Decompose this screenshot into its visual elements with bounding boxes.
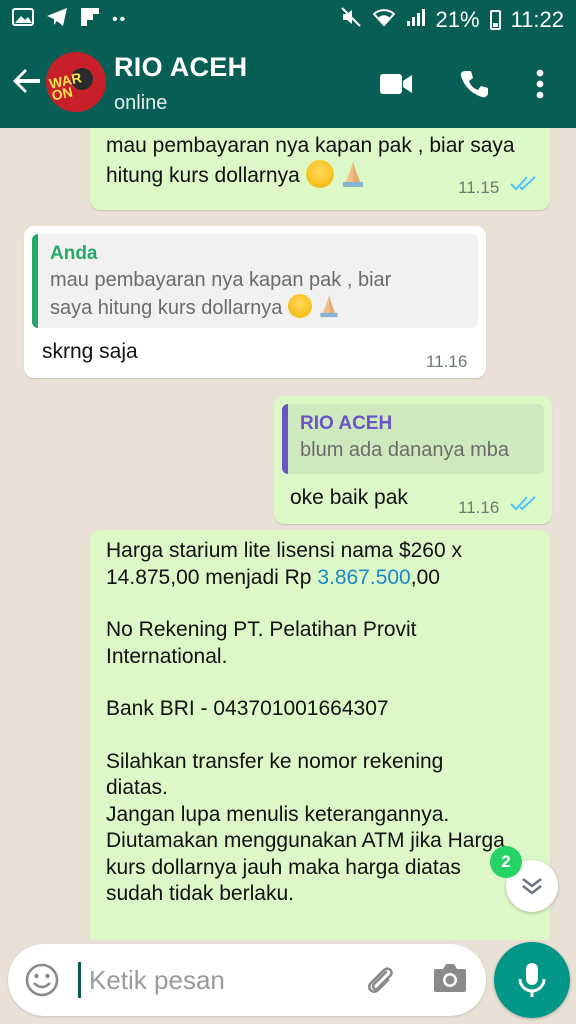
avatar[interactable]: WAR ON [46, 52, 106, 112]
avatar-text: WAR ON [47, 69, 83, 104]
message-time: 11.15 [458, 178, 500, 197]
message-text: mau pembayaran nya kapan pak , biar saya… [106, 132, 515, 190]
quoted-message[interactable]: RIO ACEH blum ada dananya mba [282, 404, 544, 474]
signal-icon [406, 7, 426, 33]
flipboard-notification-icon [80, 7, 100, 33]
voice-call-button[interactable] [452, 62, 496, 106]
smiling-emoji-icon [305, 160, 334, 188]
mute-icon [340, 6, 362, 34]
message-input[interactable] [78, 962, 369, 998]
message-text: Harga starium lite lisensi nama $260 x 1… [106, 538, 542, 908]
message-line: diatas. [106, 776, 168, 799]
message-line: sudah tidak berlaku. [106, 882, 294, 905]
message-bubble-outgoing[interactable]: RIO ACEH blum ada dananya mba oke baik p… [274, 396, 552, 524]
message-text: skrng saja [42, 340, 138, 363]
message-time: 11.16 [426, 352, 468, 371]
gallery-notification-icon [12, 7, 34, 33]
message-bubble-outgoing[interactable]: Harga starium lite lisensi nama $260 x 1… [90, 530, 550, 940]
voice-record-button[interactable] [494, 942, 570, 1018]
message-time: 11.16 [458, 498, 500, 517]
message-composer [8, 944, 486, 1016]
telegram-notification-icon [46, 7, 68, 33]
number-link[interactable]: 3.867.500 [317, 566, 410, 589]
smiling-emoji-icon [287, 294, 312, 318]
message-line: Diutamakan menggunakan ATM jika Harga [106, 829, 505, 852]
message-line: Jangan lupa menulis keterangannya. [106, 802, 450, 826]
quoted-sender: RIO ACEH [300, 413, 393, 434]
emoji-icon [25, 963, 59, 997]
battery-icon [489, 10, 501, 30]
contact-name[interactable]: RIO ACEH [114, 52, 247, 83]
microphone-icon [518, 963, 546, 997]
camera-icon [434, 964, 466, 992]
message-line: kurs dollarnya jauh maka harga diatas [106, 855, 461, 879]
back-arrow-icon [13, 69, 40, 93]
quoted-text-line: mau pembayaran nya kapan pak , biar [50, 269, 392, 291]
quoted-sender: Anda [50, 243, 98, 264]
message-line: Bank BRI - 043701001664307 [106, 697, 389, 720]
more-options-button[interactable] [518, 62, 562, 106]
paperclip-icon [368, 967, 393, 993]
emoji-button[interactable] [24, 962, 60, 998]
more-notifications-icon: •• [112, 11, 128, 28]
unread-count-badge: 2 [490, 846, 522, 878]
video-call-button[interactable] [374, 62, 418, 106]
quoted-text: blum ada dananya mba [300, 439, 510, 461]
message-line: International. [106, 644, 228, 668]
video-camera-icon [380, 74, 412, 94]
message-line: hitung kurs dollarnya [106, 160, 515, 190]
praying-hands-emoji-icon [320, 295, 339, 318]
chat-header: WAR ON RIO ACEH online [0, 40, 576, 128]
read-receipt-icon [510, 496, 536, 511]
contact-status: online [114, 92, 168, 114]
quoted-message[interactable]: Anda mau pembayaran nya kapan pak , biar… [32, 234, 478, 328]
praying-hands-emoji-icon [343, 162, 364, 187]
battery-percent: 21% [435, 7, 480, 32]
phone-icon [460, 71, 488, 98]
more-vertical-icon [536, 69, 544, 99]
wifi-icon [372, 7, 396, 33]
message-line: mau pembayaran nya kapan pak , biar saya [106, 134, 515, 157]
back-button[interactable] [10, 64, 46, 100]
clock: 11:22 [510, 7, 564, 32]
message-line: Silahkan transfer ke nomor rekening [106, 749, 444, 773]
message-list[interactable]: mau pembayaran nya kapan pak , biar saya… [0, 128, 576, 940]
message-text: oke baik pak [290, 486, 408, 509]
double-chevron-down-icon [522, 878, 542, 895]
camera-button[interactable] [432, 962, 470, 998]
message-line: 14.875,00 menjadi Rp 3.867.500,00 [106, 565, 440, 589]
message-line: Harga starium lite lisensi nama $260 x [106, 539, 462, 562]
read-receipt-icon [510, 176, 536, 191]
quoted-text-line: saya hitung kurs dollarnya [50, 294, 468, 322]
message-bubble-outgoing[interactable]: mau pembayaran nya kapan pak , biar saya… [90, 128, 550, 210]
message-line: No Rekening PT. Pelatihan Provit [106, 618, 417, 641]
attach-button[interactable] [362, 962, 398, 998]
message-bubble-incoming[interactable]: Anda mau pembayaran nya kapan pak , biar… [24, 226, 486, 378]
status-bar: •• 21% 11:22 [0, 0, 576, 40]
